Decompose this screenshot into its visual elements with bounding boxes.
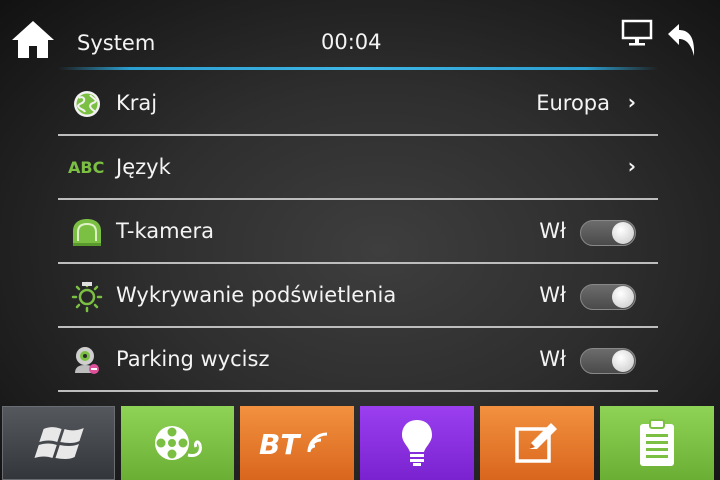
t-camera-toggle[interactable]: [580, 220, 636, 246]
toggle-state-label: Wł: [539, 347, 566, 371]
back-arrow-icon: [668, 24, 695, 56]
toggle-knob: [612, 350, 634, 372]
home-icon: [12, 21, 54, 58]
clipboard-icon: [640, 419, 674, 466]
sun-detect-icon: [71, 281, 103, 313]
header-bar: System 00:04: [0, 0, 720, 70]
row-label: Język: [116, 155, 171, 179]
toggle-state-label: Wł: [539, 219, 566, 243]
back-button[interactable]: [664, 22, 698, 60]
film-reel-icon: [154, 426, 202, 460]
backlight-toggle[interactable]: [580, 284, 636, 310]
svg-text:BT: BT: [259, 428, 301, 460]
dock-clipboard-button[interactable]: [600, 406, 714, 480]
row-label: T-kamera: [116, 219, 215, 243]
dock-light-button[interactable]: [360, 406, 474, 480]
row-parking-mute[interactable]: Parking wycisz Wł: [58, 328, 658, 392]
row-t-camera[interactable]: T-kamera Wł: [58, 200, 658, 264]
windows-icon: [33, 427, 84, 459]
parking-mute-toggle[interactable]: [580, 348, 636, 374]
camera-dome-icon: [73, 219, 101, 246]
bulb-icon: [402, 420, 432, 466]
globe-icon: [74, 91, 100, 117]
row-language[interactable]: ABC Język ›: [58, 136, 658, 200]
display-button[interactable]: [620, 18, 654, 48]
row-divider: [58, 390, 658, 392]
country-value: Europa: [536, 91, 610, 115]
header-divider: [58, 67, 658, 70]
page-title: System: [77, 31, 156, 55]
monitor-icon: [621, 19, 653, 46]
parking-camera-icon: [75, 347, 99, 374]
dock-notes-button[interactable]: [480, 406, 594, 480]
bottom-dock: BT: [0, 406, 720, 480]
dock-media-button[interactable]: [121, 406, 234, 480]
home-button[interactable]: [10, 18, 56, 60]
toggle-state-label: Wł: [539, 283, 566, 307]
toggle-knob: [612, 222, 634, 244]
chevron-right-icon: ›: [627, 154, 636, 178]
settings-list: Kraj Europa › ABC Język › T-kamera Wł Wy…: [58, 72, 658, 392]
row-label: Kraj: [116, 91, 158, 115]
toggle-knob: [612, 286, 634, 308]
chevron-right-icon: ›: [627, 90, 636, 114]
row-backlight[interactable]: Wykrywanie podświetlenia Wł: [58, 264, 658, 328]
row-label: Wykrywanie podświetlenia: [116, 283, 397, 307]
dock-windows-button[interactable]: [2, 406, 115, 480]
abc-icon: ABC: [68, 158, 105, 177]
clock: 00:04: [321, 30, 382, 54]
edit-icon: [515, 423, 557, 463]
bt-icon: BT: [259, 428, 328, 460]
row-label: Parking wycisz: [116, 347, 270, 371]
row-country[interactable]: Kraj Europa ›: [58, 72, 658, 136]
dock-bluetooth-button[interactable]: BT: [240, 406, 354, 480]
system-settings-screen: System 00:04 Kraj Europa › ABC Język › T…: [0, 0, 720, 480]
